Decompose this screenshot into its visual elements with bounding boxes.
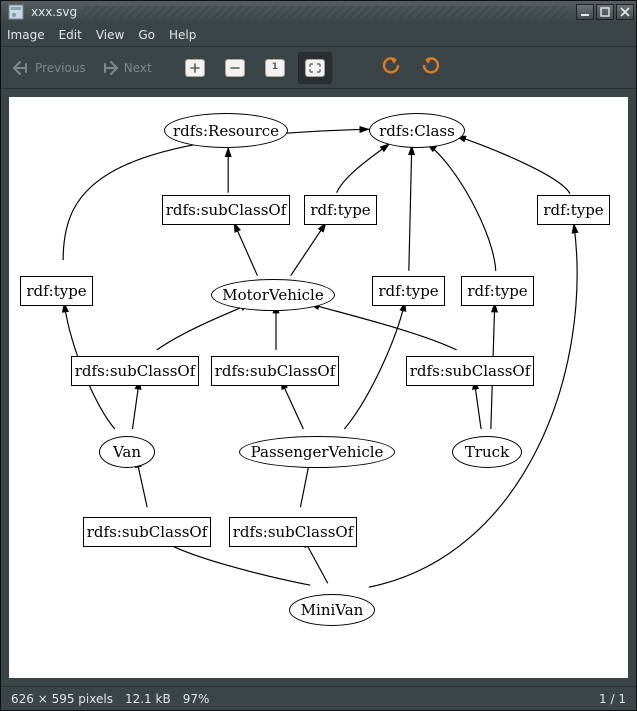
node-label: rdf:type (543, 201, 603, 219)
zoom-100-button[interactable]: 1 (258, 52, 292, 84)
status-filesize: 12.1 kB (125, 692, 171, 706)
canvas-area: rdfs:Resource rdfs:Class MotorVehicle Va… (1, 89, 636, 686)
maximize-button[interactable] (596, 4, 614, 20)
node-type-left: rdf:type (20, 276, 93, 306)
node-motorvehicle: MotorVehicle (211, 279, 335, 311)
node-label: rdfs:subClassOf (215, 362, 336, 380)
node-class: rdfs:Class (369, 113, 465, 148)
plus-icon (185, 59, 205, 77)
minimize-button[interactable] (576, 4, 594, 20)
next-button[interactable]: Next (96, 60, 156, 76)
zoom-out-button[interactable] (218, 52, 252, 84)
status-dimensions: 626 × 595 pixels (11, 692, 113, 706)
node-label: MiniVan (301, 601, 364, 619)
node-label: rdfs:subClassOf (87, 523, 208, 541)
node-label: rdfs:subClassOf (410, 362, 531, 380)
node-sco-pv: rdfs:subClassOf (211, 356, 339, 386)
one-to-one-icon: 1 (265, 59, 285, 77)
menubar: Image Edit View Go Help (1, 23, 636, 47)
node-sco-van: rdfs:subClassOf (71, 356, 199, 386)
node-label: rdfs:subClassOf (233, 523, 354, 541)
node-label: rdfs:Resource (173, 122, 279, 140)
node-passengervehicle: PassengerVehicle (239, 436, 395, 468)
menu-view[interactable]: View (96, 28, 124, 42)
window-title: xxx.svg (31, 5, 77, 19)
node-label: Truck (465, 443, 509, 461)
rotate-right-icon (420, 56, 442, 79)
node-label: rdfs:subClassOf (75, 362, 196, 380)
node-label: rdf:type (310, 201, 370, 219)
node-sco-mv-pv: rdfs:subClassOf (229, 517, 357, 547)
node-truck: Truck (452, 436, 522, 468)
menu-help[interactable]: Help (169, 28, 196, 42)
rotate-left-button[interactable] (374, 52, 408, 84)
node-sco-mv: rdfs:subClassOf (162, 195, 290, 225)
node-minivan: MiniVan (289, 594, 375, 626)
app-icon (7, 3, 25, 21)
close-button[interactable] (616, 4, 634, 20)
node-label: rdf:type (378, 282, 438, 300)
node-type-right: rdf:type (461, 276, 534, 306)
node-label: rdf:type (467, 282, 527, 300)
node-resource: rdfs:Resource (164, 113, 288, 148)
titlebar-texture (83, 6, 568, 18)
zoom-in-button[interactable] (178, 52, 212, 84)
node-label: PassengerVehicle (251, 443, 384, 461)
node-van: Van (99, 436, 155, 468)
graph-edges (9, 97, 628, 678)
zoom-fit-button[interactable] (298, 52, 332, 84)
node-sco-truck: rdfs:subClassOf (406, 356, 534, 386)
menu-edit[interactable]: Edit (59, 28, 82, 42)
titlebar: xxx.svg (1, 1, 636, 23)
image-viewport[interactable]: rdfs:Resource rdfs:Class MotorVehicle Va… (9, 97, 628, 678)
node-type-mv: rdf:type (304, 195, 377, 225)
rotate-left-icon (380, 56, 402, 79)
status-zoom: 97% (183, 692, 210, 706)
node-type-mid: rdf:type (372, 276, 445, 306)
menu-image[interactable]: Image (7, 28, 45, 42)
node-sco-mv-van: rdfs:subClassOf (83, 517, 211, 547)
statusbar: 626 × 595 pixels 12.1 kB 97% 1 / 1 (1, 686, 636, 710)
fit-icon (305, 59, 325, 77)
rotate-right-button[interactable] (414, 52, 448, 84)
menu-go[interactable]: Go (138, 28, 155, 42)
node-label: rdfs:Class (379, 122, 455, 140)
node-label: rdf:type (26, 282, 86, 300)
status-page: 1 / 1 (599, 692, 626, 706)
node-label: rdfs:subClassOf (166, 201, 287, 219)
node-label: Van (113, 443, 141, 461)
node-label: MotorVehicle (222, 286, 323, 304)
node-type-far: rdf:type (537, 195, 610, 225)
minus-icon (225, 59, 245, 77)
prev-label: Previous (35, 61, 86, 75)
next-label: Next (124, 61, 152, 75)
prev-button[interactable]: Previous (7, 60, 90, 76)
toolbar: Previous Next 1 (1, 47, 636, 89)
